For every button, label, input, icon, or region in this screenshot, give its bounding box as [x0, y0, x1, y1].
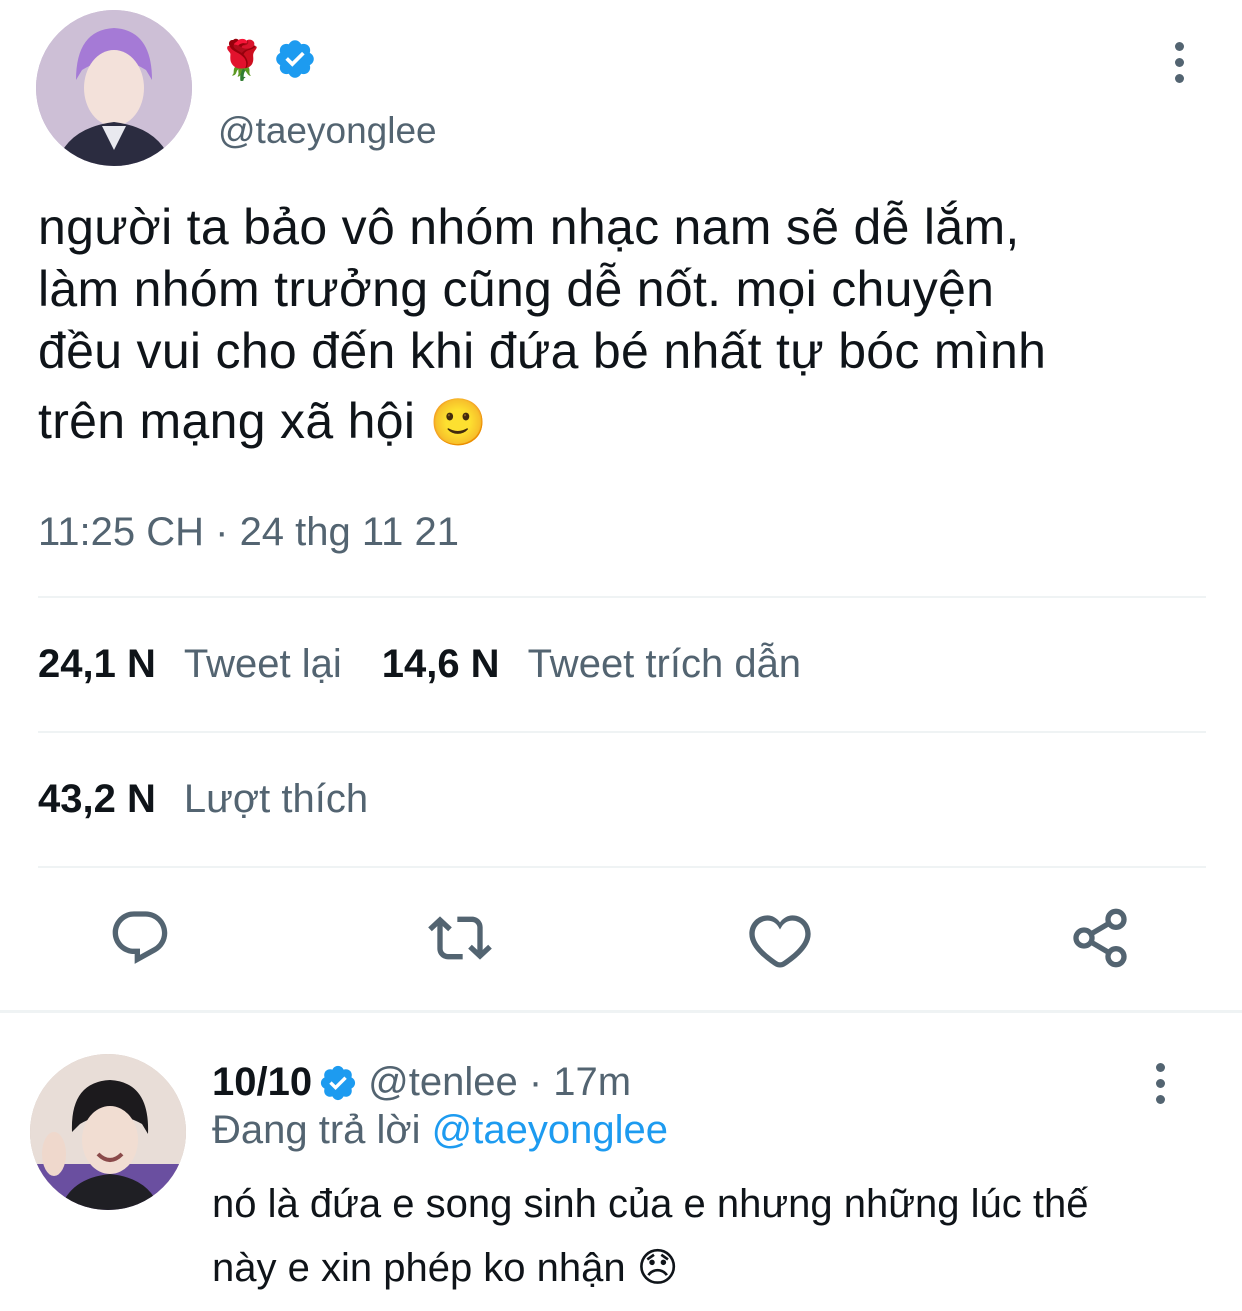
retweet-icon[interactable] [428, 906, 492, 970]
tweet-text-line: người ta bảo vô nhóm nhạc nam sẽ dễ lắm, [38, 199, 1020, 255]
divider [38, 731, 1206, 733]
tweet-text-line: trên mạng xã hội 🙂 [38, 390, 1208, 453]
reply-text-line: nó là đứa e song sinh của e nhưng những … [212, 1182, 1089, 1226]
more-options-icon[interactable] [1169, 42, 1189, 83]
reply-author-handle[interactable]: @tenlee [368, 1060, 518, 1105]
reply-time[interactable]: 17m [553, 1060, 631, 1105]
author-display-name[interactable]: 🌹 [218, 42, 265, 80]
tweet-text-line: đều vui cho đến khi đứa bé nhất tự bóc m… [38, 323, 1047, 379]
reply-text-line-content: này e xin phép ko nhận [212, 1246, 626, 1290]
likes-stats-row: 43,2 N Lượt thích [38, 777, 408, 822]
reply-more-options-icon[interactable] [1150, 1063, 1170, 1104]
retweets-label[interactable]: Tweet lại [184, 642, 342, 687]
disappointed-emoji: 😞 [636, 1246, 679, 1290]
retweets-count[interactable]: 24,1 N [38, 642, 156, 687]
replying-to-line: Đang trả lời @taeyonglee [212, 1108, 668, 1153]
quotes-label[interactable]: Tweet trích dẫn [528, 642, 801, 687]
author-name-row[interactable]: 🌹 [218, 36, 317, 86]
engagement-stats-row: 24,1 N Tweet lại 14,6 N Tweet trích dẫn [38, 642, 841, 687]
tweet-text-line: làm nhóm trưởng cũng dễ nốt. mọi chuyện [38, 261, 995, 317]
divider [38, 866, 1206, 868]
tweet-text: người ta bảo vô nhóm nhạc nam sẽ dễ lắm,… [38, 196, 1208, 453]
divider [38, 596, 1206, 598]
author-handle[interactable]: @taeyonglee [218, 110, 437, 152]
share-icon[interactable] [1068, 906, 1132, 970]
replying-to-mention[interactable]: @taeyonglee [432, 1108, 668, 1152]
reply-text: nó là đứa e song sinh của e nhưng những … [212, 1172, 1212, 1300]
tweet-text-line-content: trên mạng xã hội [38, 393, 416, 449]
reply-author-avatar[interactable] [30, 1054, 186, 1210]
verified-badge-icon [318, 1063, 358, 1103]
reply-icon[interactable] [108, 906, 172, 970]
replying-to-prefix: Đang trả lời [212, 1108, 432, 1152]
reply-separator: · [517, 1060, 554, 1104]
quotes-count[interactable]: 14,6 N [382, 642, 500, 687]
like-icon[interactable] [748, 906, 812, 970]
likes-label[interactable]: Lượt thích [184, 777, 368, 822]
tweet-timestamp[interactable]: 11:25 CH · 24 thg 11 21 [38, 510, 459, 555]
author-avatar[interactable] [36, 10, 192, 166]
likes-count[interactable]: 43,2 N [38, 777, 156, 822]
reply-text-line: này e xin phép ko nhận 😞 [212, 1236, 1212, 1300]
smile-emoji: 🙂 [429, 396, 488, 448]
verified-badge-icon [273, 37, 317, 86]
reply-header: 10/10 @tenlee · 17m [212, 1060, 631, 1105]
section-separator [0, 1010, 1242, 1013]
reply-author-name[interactable]: 10/10 [212, 1060, 312, 1105]
